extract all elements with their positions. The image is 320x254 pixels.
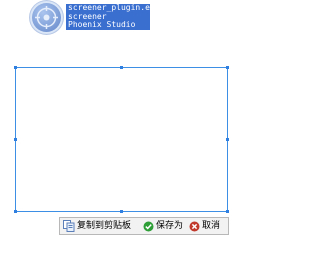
- resize-handle-right[interactable]: [226, 138, 229, 141]
- resize-handle-top-left[interactable]: [14, 66, 17, 69]
- vendor-name: Phoenix Studio: [68, 20, 136, 30]
- resize-handle-top[interactable]: [120, 66, 123, 69]
- cancel-button[interactable]: 取消: [186, 218, 223, 234]
- app-logo-icon: [30, 1, 63, 34]
- close-circle-icon: [189, 221, 200, 232]
- check-circle-icon: [143, 221, 154, 232]
- save-as-button[interactable]: 保存为: [140, 218, 186, 234]
- copy-to-clipboard-label: 复制到剪贴板: [77, 221, 132, 231]
- copy-icon: [63, 220, 75, 232]
- capture-selection-area[interactable]: [14, 66, 229, 213]
- app-info-box: screener_plugin.exe screener Phoenix Stu…: [66, 4, 150, 30]
- resize-handle-left[interactable]: [14, 138, 17, 141]
- copy-to-clipboard-button[interactable]: 复制到剪贴板: [60, 218, 134, 234]
- resize-handle-bottom-left[interactable]: [14, 210, 17, 213]
- capture-toolbar: 复制到剪贴板 保存为 取消: [59, 217, 229, 235]
- save-as-label: 保存为: [156, 221, 184, 231]
- cancel-label: 取消: [202, 221, 221, 231]
- resize-handle-top-right[interactable]: [226, 66, 229, 69]
- resize-handle-bottom-right[interactable]: [226, 210, 229, 213]
- resize-handle-bottom[interactable]: [120, 210, 123, 213]
